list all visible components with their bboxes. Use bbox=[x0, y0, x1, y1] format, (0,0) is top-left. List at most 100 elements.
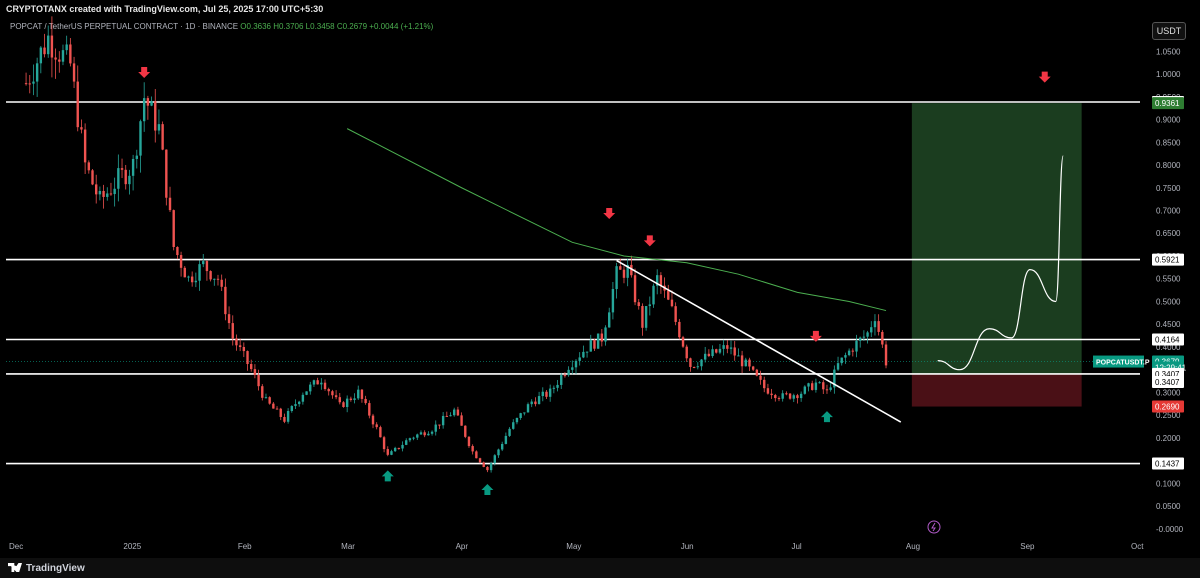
candle-body bbox=[560, 375, 563, 385]
candle-body bbox=[884, 344, 888, 366]
candle-body bbox=[357, 389, 360, 399]
candle-body bbox=[47, 35, 50, 55]
x-tick-label: Jun bbox=[681, 542, 694, 551]
candle-body bbox=[478, 458, 482, 463]
candle-body bbox=[80, 127, 83, 130]
candle-body bbox=[128, 175, 131, 185]
candle-body bbox=[467, 436, 471, 447]
candle-body bbox=[190, 276, 194, 283]
candle-body bbox=[729, 347, 733, 349]
candle-body bbox=[72, 63, 76, 82]
candle-body bbox=[172, 210, 175, 248]
price-chart[interactable]: 1.10001.05001.00000.95000.90000.85000.80… bbox=[0, 0, 1200, 578]
candle-body bbox=[157, 124, 161, 131]
candle-body bbox=[796, 395, 799, 399]
candle-body bbox=[851, 350, 855, 352]
candle-body bbox=[209, 271, 212, 280]
tradingview-icon bbox=[8, 563, 22, 572]
candle-body bbox=[489, 463, 493, 471]
buy-arrow-icon bbox=[820, 411, 833, 423]
candle-body bbox=[633, 275, 637, 303]
price-label: 0.4164 bbox=[1155, 335, 1180, 344]
candle-body bbox=[43, 47, 46, 55]
candle-body bbox=[567, 369, 570, 376]
x-tick-label: May bbox=[566, 542, 581, 551]
candle-body bbox=[781, 393, 784, 399]
candle-body bbox=[855, 340, 858, 352]
candle-body bbox=[471, 446, 474, 452]
candle-body bbox=[408, 438, 412, 441]
candle-body bbox=[412, 437, 415, 439]
tradingview-logo: TradingView bbox=[8, 563, 85, 574]
candle-body bbox=[600, 333, 604, 342]
candle-body bbox=[238, 345, 242, 348]
candle-body bbox=[419, 432, 423, 435]
candle-body bbox=[405, 440, 408, 445]
candle-body bbox=[689, 358, 692, 367]
sell-arrow-icon bbox=[603, 208, 616, 220]
candle-body bbox=[198, 264, 201, 281]
candle-body bbox=[803, 386, 807, 394]
candle-body bbox=[194, 280, 198, 283]
candle-body bbox=[774, 395, 777, 399]
candle-body bbox=[65, 44, 68, 51]
candle-body bbox=[696, 366, 699, 368]
candle-body bbox=[102, 190, 105, 197]
price-label: 0.2690 bbox=[1155, 403, 1180, 412]
candle-body bbox=[670, 299, 674, 307]
candle-body bbox=[751, 366, 755, 370]
x-tick-label: Dec bbox=[9, 542, 23, 551]
candle-body bbox=[748, 359, 751, 367]
candle-body bbox=[279, 408, 282, 417]
candle-body bbox=[135, 155, 138, 159]
candle-body bbox=[39, 47, 43, 64]
y-tick-label: 0.7500 bbox=[1156, 184, 1181, 193]
brand-name: TradingView bbox=[26, 563, 85, 574]
candle-body bbox=[504, 435, 508, 444]
candle-body bbox=[877, 321, 880, 332]
y-tick-label: 0.8500 bbox=[1156, 138, 1181, 147]
candle-body bbox=[862, 336, 866, 338]
candle-body bbox=[574, 360, 578, 368]
candle-body bbox=[154, 101, 157, 131]
candle-body bbox=[257, 375, 260, 387]
y-tick-label: 0.0500 bbox=[1156, 502, 1181, 511]
candle-body bbox=[364, 398, 367, 404]
candle-body bbox=[168, 197, 172, 211]
candle-body bbox=[117, 168, 120, 189]
candle-body bbox=[61, 50, 65, 62]
candle-body bbox=[811, 383, 814, 390]
candle-body bbox=[286, 411, 290, 422]
candle-body bbox=[294, 404, 297, 407]
candle-body bbox=[515, 417, 519, 423]
candle-body bbox=[829, 387, 832, 390]
candle-body bbox=[242, 347, 246, 352]
candle-body bbox=[353, 398, 356, 400]
currency-unit-button[interactable]: USDT bbox=[1152, 22, 1186, 40]
candle-body bbox=[150, 101, 153, 106]
candle-body bbox=[615, 266, 618, 290]
candle-body bbox=[611, 289, 615, 313]
candle-body bbox=[537, 396, 541, 405]
y-tick-label: 0.1000 bbox=[1156, 479, 1181, 488]
candle-body bbox=[312, 380, 316, 385]
y-tick-label: 0.4500 bbox=[1156, 320, 1181, 329]
buy-arrow-icon bbox=[381, 470, 394, 482]
candle-body bbox=[32, 81, 35, 84]
candle-body bbox=[264, 397, 268, 399]
candle-body bbox=[139, 121, 142, 156]
candle-body bbox=[224, 286, 227, 315]
price-label: 0.5921 bbox=[1155, 256, 1180, 265]
lightning-icon bbox=[931, 522, 936, 532]
candle-body bbox=[345, 398, 349, 407]
candles-group bbox=[24, 16, 888, 473]
candle-body bbox=[261, 386, 264, 398]
candle-body bbox=[434, 424, 437, 432]
candle-body bbox=[445, 415, 449, 417]
candle-body bbox=[375, 424, 378, 428]
candle-body bbox=[707, 353, 711, 357]
stop-zone bbox=[911, 373, 1082, 407]
candle-body bbox=[571, 367, 574, 370]
events-icon bbox=[927, 520, 941, 534]
candle-body bbox=[486, 466, 489, 471]
